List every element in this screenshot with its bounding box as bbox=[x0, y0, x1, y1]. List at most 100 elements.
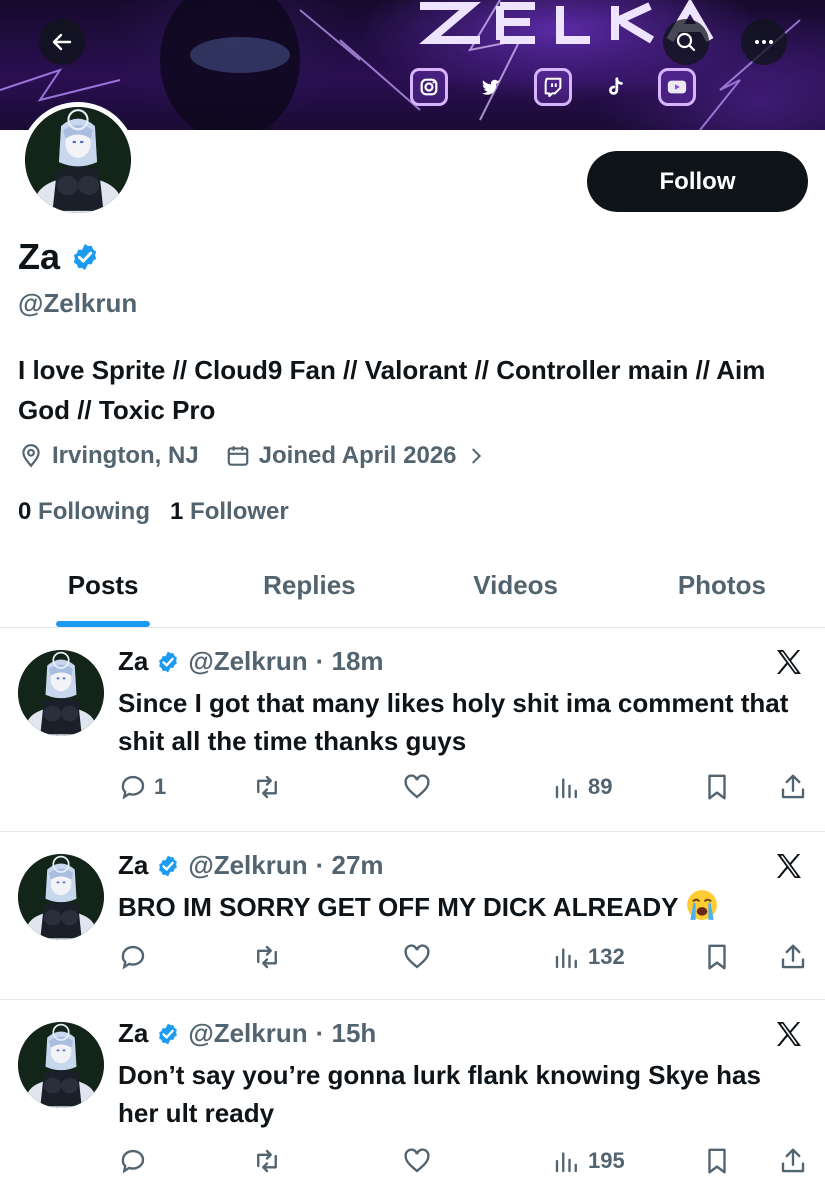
heart-icon bbox=[404, 774, 430, 799]
banner-artwork bbox=[0, 0, 801, 130]
post-header: Za @Zelkrun · 15h bbox=[118, 1018, 376, 1049]
post-author-name[interactable]: Za bbox=[118, 1018, 148, 1049]
chevron-right-icon bbox=[471, 448, 481, 464]
following-label: Following bbox=[38, 498, 151, 525]
tab-replies[interactable]: Replies bbox=[206, 560, 412, 627]
share-button[interactable] bbox=[778, 772, 808, 802]
post-timestamp: · 15h bbox=[315, 1018, 377, 1048]
reply-button[interactable]: 1 bbox=[118, 772, 252, 802]
tab-videos[interactable]: Videos bbox=[413, 560, 619, 627]
like-button[interactable] bbox=[402, 1146, 552, 1176]
post-actions: 132 bbox=[118, 942, 808, 972]
repost-button[interactable] bbox=[252, 772, 402, 802]
follow-button[interactable]: Follow bbox=[587, 151, 808, 212]
views-count: 195 bbox=[588, 1148, 625, 1173]
post-item[interactable]: Za @Zelkrun · 27m BRO IM SORRY GET OFF M… bbox=[0, 832, 825, 1000]
reply-icon bbox=[121, 775, 145, 800]
back-button[interactable] bbox=[39, 19, 85, 65]
calendar-icon bbox=[227, 446, 248, 466]
post-header: Za @Zelkrun · 18m bbox=[118, 646, 384, 677]
reply-button[interactable] bbox=[118, 1146, 252, 1176]
views-count: 132 bbox=[588, 944, 625, 969]
share-button[interactable] bbox=[778, 1146, 808, 1176]
followers-link[interactable]: 1 Follower bbox=[170, 498, 289, 526]
share-icon bbox=[781, 1148, 805, 1173]
follow-stats: 0 Following 1 Follower bbox=[18, 498, 289, 526]
repost-button[interactable] bbox=[252, 1146, 402, 1176]
profile-meta: Irvington, NJ Joined April 2026 bbox=[18, 442, 513, 470]
twitch-icon bbox=[534, 68, 572, 106]
post-text: Since I got that many likes holy shit im… bbox=[118, 688, 789, 756]
display-name-text: Za bbox=[18, 236, 61, 277]
verified-badge-icon bbox=[159, 651, 178, 672]
banner-social-icons bbox=[410, 68, 696, 106]
like-button[interactable] bbox=[402, 772, 552, 802]
views-chart-icon bbox=[555, 948, 577, 969]
loudly-crying-face-emoji bbox=[687, 890, 718, 920]
share-icon bbox=[781, 774, 805, 799]
joined-text: Joined April 2026 bbox=[258, 442, 457, 469]
x-logo-icon bbox=[777, 854, 801, 878]
post-avatar[interactable] bbox=[18, 1022, 104, 1108]
more-icon bbox=[755, 40, 773, 44]
tab-label: Videos bbox=[473, 570, 559, 600]
profile-tabs: Posts Replies Videos Photos bbox=[0, 560, 825, 628]
tab-posts[interactable]: Posts bbox=[0, 560, 206, 627]
views-count: 89 bbox=[588, 774, 613, 799]
profile-handle: @Zelkrun bbox=[18, 288, 138, 318]
followers-label: Follower bbox=[190, 498, 289, 525]
bookmark-button[interactable] bbox=[702, 942, 778, 972]
active-tab-indicator bbox=[56, 621, 151, 627]
views-button[interactable]: 89 bbox=[552, 772, 702, 802]
views-chart-icon bbox=[555, 778, 577, 799]
reply-button[interactable] bbox=[118, 942, 252, 972]
bookmark-button[interactable] bbox=[702, 772, 778, 802]
post-timestamp: · 18m bbox=[315, 646, 384, 676]
twitter-icon bbox=[472, 68, 510, 106]
post-author-name[interactable]: Za bbox=[118, 646, 148, 677]
post-text: BRO IM SORRY GET OFF MY DICK ALREADY bbox=[118, 892, 679, 922]
like-button[interactable] bbox=[402, 942, 552, 972]
post-author-handle: @Zelkrun bbox=[188, 1018, 308, 1048]
x-logo-icon bbox=[777, 1022, 801, 1046]
post-author-handle: @Zelkrun bbox=[188, 850, 308, 880]
views-button[interactable]: 132 bbox=[552, 942, 702, 972]
post-header: Za @Zelkrun · 27m bbox=[118, 850, 384, 881]
repost-icon bbox=[257, 1149, 277, 1173]
search-button[interactable] bbox=[663, 19, 709, 65]
bookmark-icon bbox=[708, 1148, 726, 1174]
profile-banner bbox=[0, 0, 825, 130]
post-item[interactable]: Za @Zelkrun · 18m Since I got that many … bbox=[0, 628, 825, 832]
views-chart-icon bbox=[555, 1152, 577, 1173]
tab-label: Replies bbox=[263, 570, 356, 600]
repost-icon bbox=[257, 945, 277, 969]
arrow-left-icon bbox=[52, 33, 72, 51]
bookmark-icon bbox=[708, 774, 726, 800]
repost-button[interactable] bbox=[252, 942, 402, 972]
post-avatar[interactable] bbox=[18, 650, 104, 736]
post-actions: 1 89 bbox=[118, 772, 808, 802]
post-avatar[interactable] bbox=[18, 854, 104, 940]
share-button[interactable] bbox=[778, 942, 808, 972]
youtube-icon bbox=[658, 68, 696, 106]
bookmark-button[interactable] bbox=[702, 1146, 778, 1176]
location-text: Irvington, NJ bbox=[52, 442, 199, 469]
more-options-button[interactable] bbox=[741, 19, 787, 65]
verified-badge-icon bbox=[159, 1023, 178, 1044]
profile-bio: I love Sprite // Cloud9 Fan // Valorant … bbox=[18, 355, 766, 425]
reply-icon bbox=[121, 1149, 145, 1174]
profile-avatar[interactable] bbox=[20, 102, 136, 218]
post-author-handle: @Zelkrun bbox=[188, 646, 308, 676]
reply-count: 1 bbox=[154, 774, 167, 799]
post-author-name[interactable]: Za bbox=[118, 850, 148, 881]
joined-item[interactable]: Joined April 2026 bbox=[225, 442, 487, 470]
verified-badge-icon bbox=[159, 855, 178, 876]
following-link[interactable]: 0 Following bbox=[18, 498, 150, 526]
verified-badge-icon[interactable] bbox=[70, 242, 100, 272]
tab-photos[interactable]: Photos bbox=[619, 560, 825, 627]
profile-display-name: Za bbox=[18, 236, 100, 278]
post-item[interactable]: Za @Zelkrun · 15h Don’t say you’re gonna… bbox=[0, 1000, 825, 1200]
share-icon bbox=[781, 944, 805, 969]
heart-icon bbox=[404, 944, 430, 969]
views-button[interactable]: 195 bbox=[552, 1146, 702, 1176]
